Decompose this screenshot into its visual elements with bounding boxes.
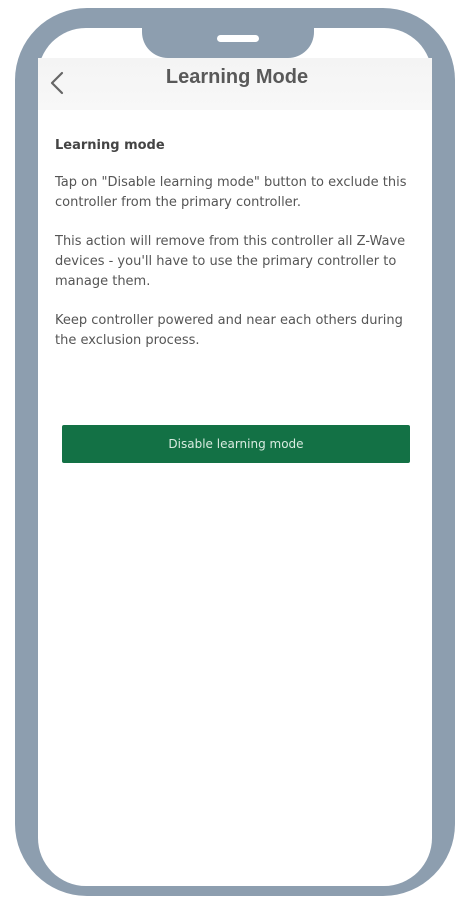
speaker-icon xyxy=(217,35,259,42)
phone-notch xyxy=(142,8,314,58)
page-title: Learning Mode xyxy=(165,66,309,88)
main-content: Learning mode Tap on "Disable learning m… xyxy=(55,136,417,370)
disable-learning-mode-button[interactable]: Disable learning mode xyxy=(62,425,410,463)
chevron-left-icon[interactable] xyxy=(46,69,68,97)
instruction-paragraph: Tap on "Disable learning mode" button to… xyxy=(55,175,407,210)
warning-paragraph: This action will remove from this contro… xyxy=(55,234,406,289)
section-heading: Learning mode xyxy=(55,138,165,153)
note-paragraph: Keep controller powered and near each ot… xyxy=(55,313,403,348)
